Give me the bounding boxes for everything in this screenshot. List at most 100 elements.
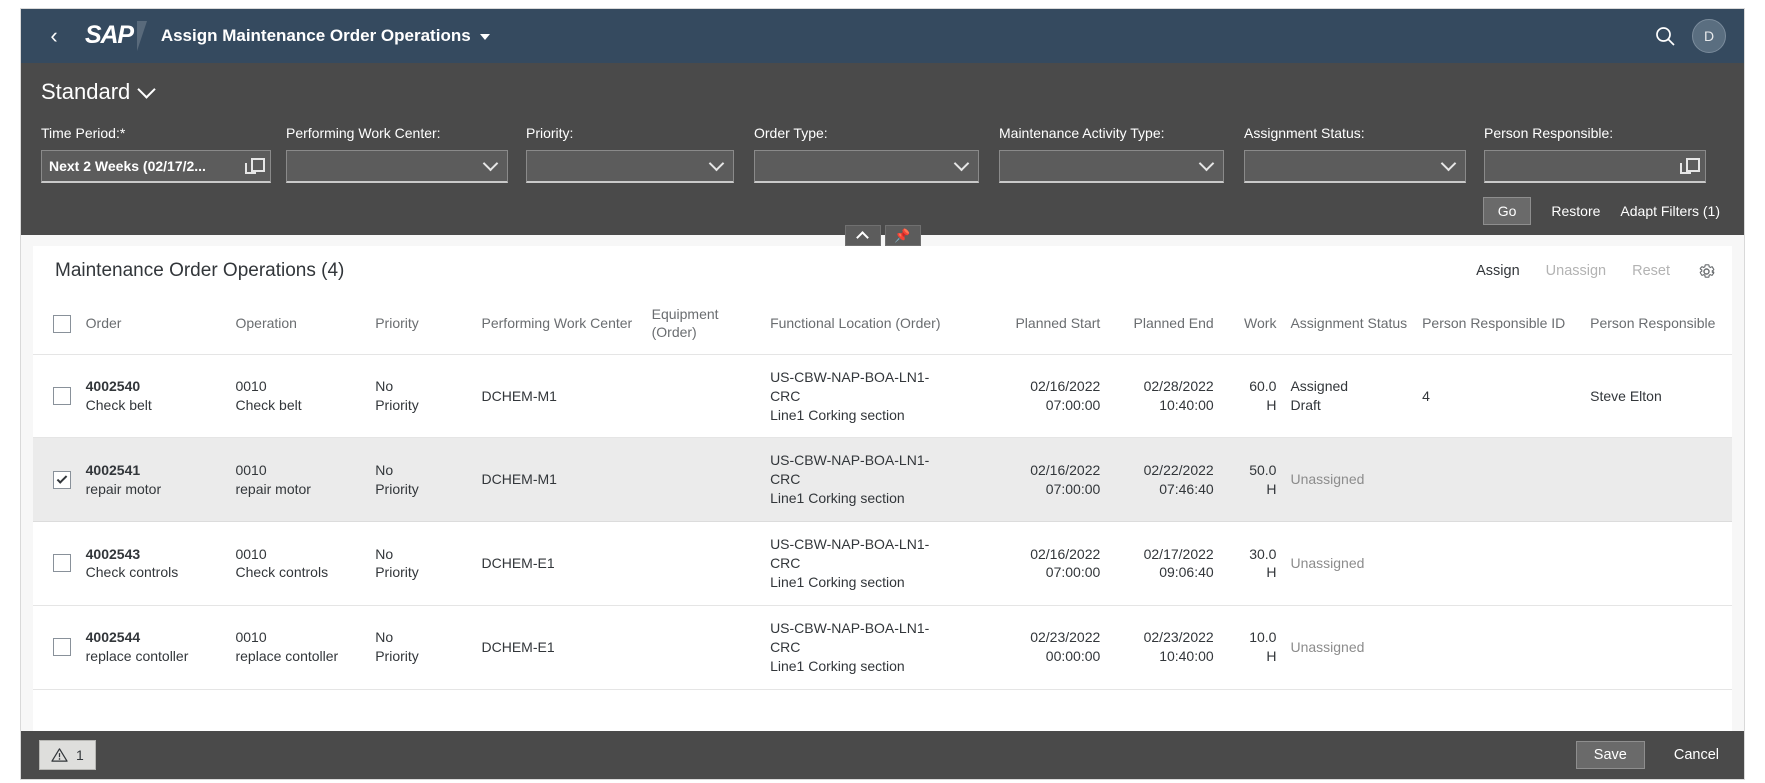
planned-start-time: 07:00:00 <box>1045 564 1101 581</box>
order-id: 4002544 <box>85 629 141 646</box>
filter-assignment-status: Assignment Status: <box>1244 125 1484 183</box>
operation-id: 0010 <box>235 545 267 562</box>
planned-end-date: 02/23/2022 <box>1143 629 1214 646</box>
work-unit: H <box>1266 397 1277 414</box>
assignment-status-select[interactable] <box>1244 150 1466 183</box>
row-checkbox[interactable] <box>53 554 71 573</box>
cell-order: 4002543 Check controls <box>85 521 236 606</box>
cell-performing-work-center: DCHEM-E1 <box>481 521 652 606</box>
message-count: 1 <box>76 747 84 763</box>
assignment-status-line1: Unassigned <box>1290 555 1365 572</box>
table-row[interactable]: 4002540 Check belt 0010 Check belt No Priorit… <box>33 354 1732 439</box>
priority-select[interactable] <box>526 150 734 183</box>
column-header-work[interactable]: Work <box>1227 294 1291 355</box>
footer-actions: Save Cancel <box>1575 741 1726 769</box>
go-button[interactable]: Go <box>1482 197 1532 225</box>
cell-person-responsible <box>1590 437 1732 523</box>
value-help-icon[interactable] <box>245 158 265 174</box>
column-header-planned-start[interactable]: Planned Start <box>1000 294 1115 355</box>
column-header-order[interactable]: Order <box>85 294 236 355</box>
shell-title[interactable]: Assign Maintenance Order Operations <box>161 26 490 46</box>
gear-icon[interactable] <box>1696 261 1716 281</box>
cell-performing-work-center: DCHEM-M1 <box>481 354 652 439</box>
save-button[interactable]: Save <box>1575 741 1645 769</box>
table-row[interactable]: 4002543 Check controls 0010 Check controls N… <box>33 521 1732 606</box>
cell-person-responsible-id <box>1422 521 1591 606</box>
cell-planned-end: 02/17/2022 09:06:40 <box>1114 521 1228 606</box>
time-period-input[interactable]: Next 2 Weeks (02/17/2... <box>41 150 271 183</box>
cell-operation: 0010 repair motor <box>235 437 376 523</box>
column-header-operation[interactable]: Operation <box>235 294 376 355</box>
order-type-select[interactable] <box>754 150 979 183</box>
order-description: replace contoller <box>85 648 189 665</box>
filter-label-person-responsible: Person Responsible: <box>1484 125 1614 141</box>
maintenance-activity-type-select[interactable] <box>999 150 1224 183</box>
column-header-priority[interactable]: Priority <box>375 294 482 355</box>
assign-button[interactable]: Assign <box>1476 263 1520 279</box>
cell-equipment-order <box>651 437 771 523</box>
person-responsible-input[interactable] <box>1484 150 1706 183</box>
work-unit: H <box>1266 564 1277 581</box>
filter-time-period: Time Period:* Next 2 Weeks (02/17/2... <box>41 125 286 183</box>
back-chevron-icon[interactable]: ‹ <box>39 21 69 51</box>
cell-functional-location: US-CBW-NAP-BOA-LN1- CRC Line1 Corking sect… <box>770 521 1001 606</box>
planned-end-time: 07:46:40 <box>1159 480 1214 497</box>
priority-line2: Priority <box>375 648 419 665</box>
avatar[interactable]: D <box>1692 19 1726 53</box>
pin-icon[interactable]: 📌 <box>884 225 921 246</box>
column-header-performing-work-center[interactable]: Performing Work Center <box>481 294 652 355</box>
restore-button[interactable]: Restore <box>1551 203 1600 219</box>
priority-line2: Priority <box>375 397 419 414</box>
cell-person-responsible: Steve Elton <box>1590 354 1732 439</box>
table-toolbar: Maintenance Order Operations (4) Assign … <box>33 246 1732 294</box>
cell-work: 30.0 H <box>1227 521 1291 606</box>
column-header-person-responsible[interactable]: Person Responsible <box>1590 294 1732 355</box>
cell-person-responsible <box>1590 521 1732 606</box>
search-icon[interactable] <box>1654 25 1676 47</box>
planned-end-date: 02/28/2022 <box>1143 378 1214 395</box>
table-row[interactable]: 4002544 replace contoller 0010 replace cont… <box>33 605 1732 690</box>
priority-line1: No <box>375 545 394 562</box>
cell-planned-end: 02/23/2022 10:40:00 <box>1114 605 1228 690</box>
chevron-down-icon <box>482 155 499 171</box>
floc-line1: US-CBW-NAP-BOA-LN1- <box>770 619 930 636</box>
chevron-down-icon <box>708 155 725 171</box>
cell-order: 4002540 Check belt <box>85 354 236 439</box>
sap-logo[interactable]: SAP <box>79 20 147 52</box>
priority-line2: Priority <box>375 480 419 497</box>
column-header-equipment-order[interactable]: Equipment (Order) <box>651 294 771 355</box>
performing-work-center-select[interactable] <box>286 150 508 183</box>
table-scroll-container[interactable]: Order Operation Priority Performing Work… <box>33 294 1732 731</box>
row-checkbox[interactable] <box>53 470 71 489</box>
shell-bar-right: D <box>1654 19 1726 53</box>
cell-planned-start: 02/16/2022 07:00:00 <box>1000 521 1115 606</box>
planned-start-date: 02/16/2022 <box>1030 545 1101 562</box>
chevron-up-icon[interactable] <box>844 225 881 246</box>
adapt-filters-button[interactable]: Adapt Filters (1) <box>1620 203 1720 219</box>
assignment-status-line1: Unassigned <box>1290 471 1365 488</box>
floc-line1: US-CBW-NAP-BOA-LN1- <box>770 368 930 385</box>
cell-assignment-status: Unassigned <box>1290 437 1423 523</box>
column-header-planned-end[interactable]: Planned End <box>1114 294 1228 355</box>
table-title: Maintenance Order Operations (4) <box>55 260 345 281</box>
cell-planned-start: 02/16/2022 07:00:00 <box>1000 354 1115 439</box>
row-checkbox[interactable] <box>53 387 71 406</box>
column-header-assignment-status[interactable]: Assignment Status <box>1290 294 1423 355</box>
column-header-functional-location-order[interactable]: Functional Location (Order) <box>770 294 1001 355</box>
floc-line2: CRC <box>770 387 801 404</box>
cell-person-responsible-id: 4 <box>1422 354 1591 439</box>
select-all-checkbox[interactable] <box>53 314 71 333</box>
table-row[interactable]: 4002541 repair motor 0010 repair motor No Pri… <box>33 437 1732 523</box>
filter-maintenance-activity-type: Maintenance Activity Type: <box>999 125 1244 183</box>
cancel-button[interactable]: Cancel <box>1667 741 1726 769</box>
planned-end-date: 02/22/2022 <box>1143 461 1214 478</box>
work-value: 60.0 <box>1249 378 1277 395</box>
message-indicator[interactable]: 1 <box>39 740 96 770</box>
row-checkbox[interactable] <box>53 638 71 657</box>
cell-performing-work-center: DCHEM-E1 <box>481 605 652 690</box>
row-select-cell <box>33 354 86 439</box>
variant-selector[interactable]: Standard <box>41 79 156 105</box>
value-help-icon[interactable] <box>1680 158 1700 174</box>
select-all-header <box>33 294 86 355</box>
column-header-person-responsible-id[interactable]: Person Responsible ID <box>1422 294 1591 355</box>
